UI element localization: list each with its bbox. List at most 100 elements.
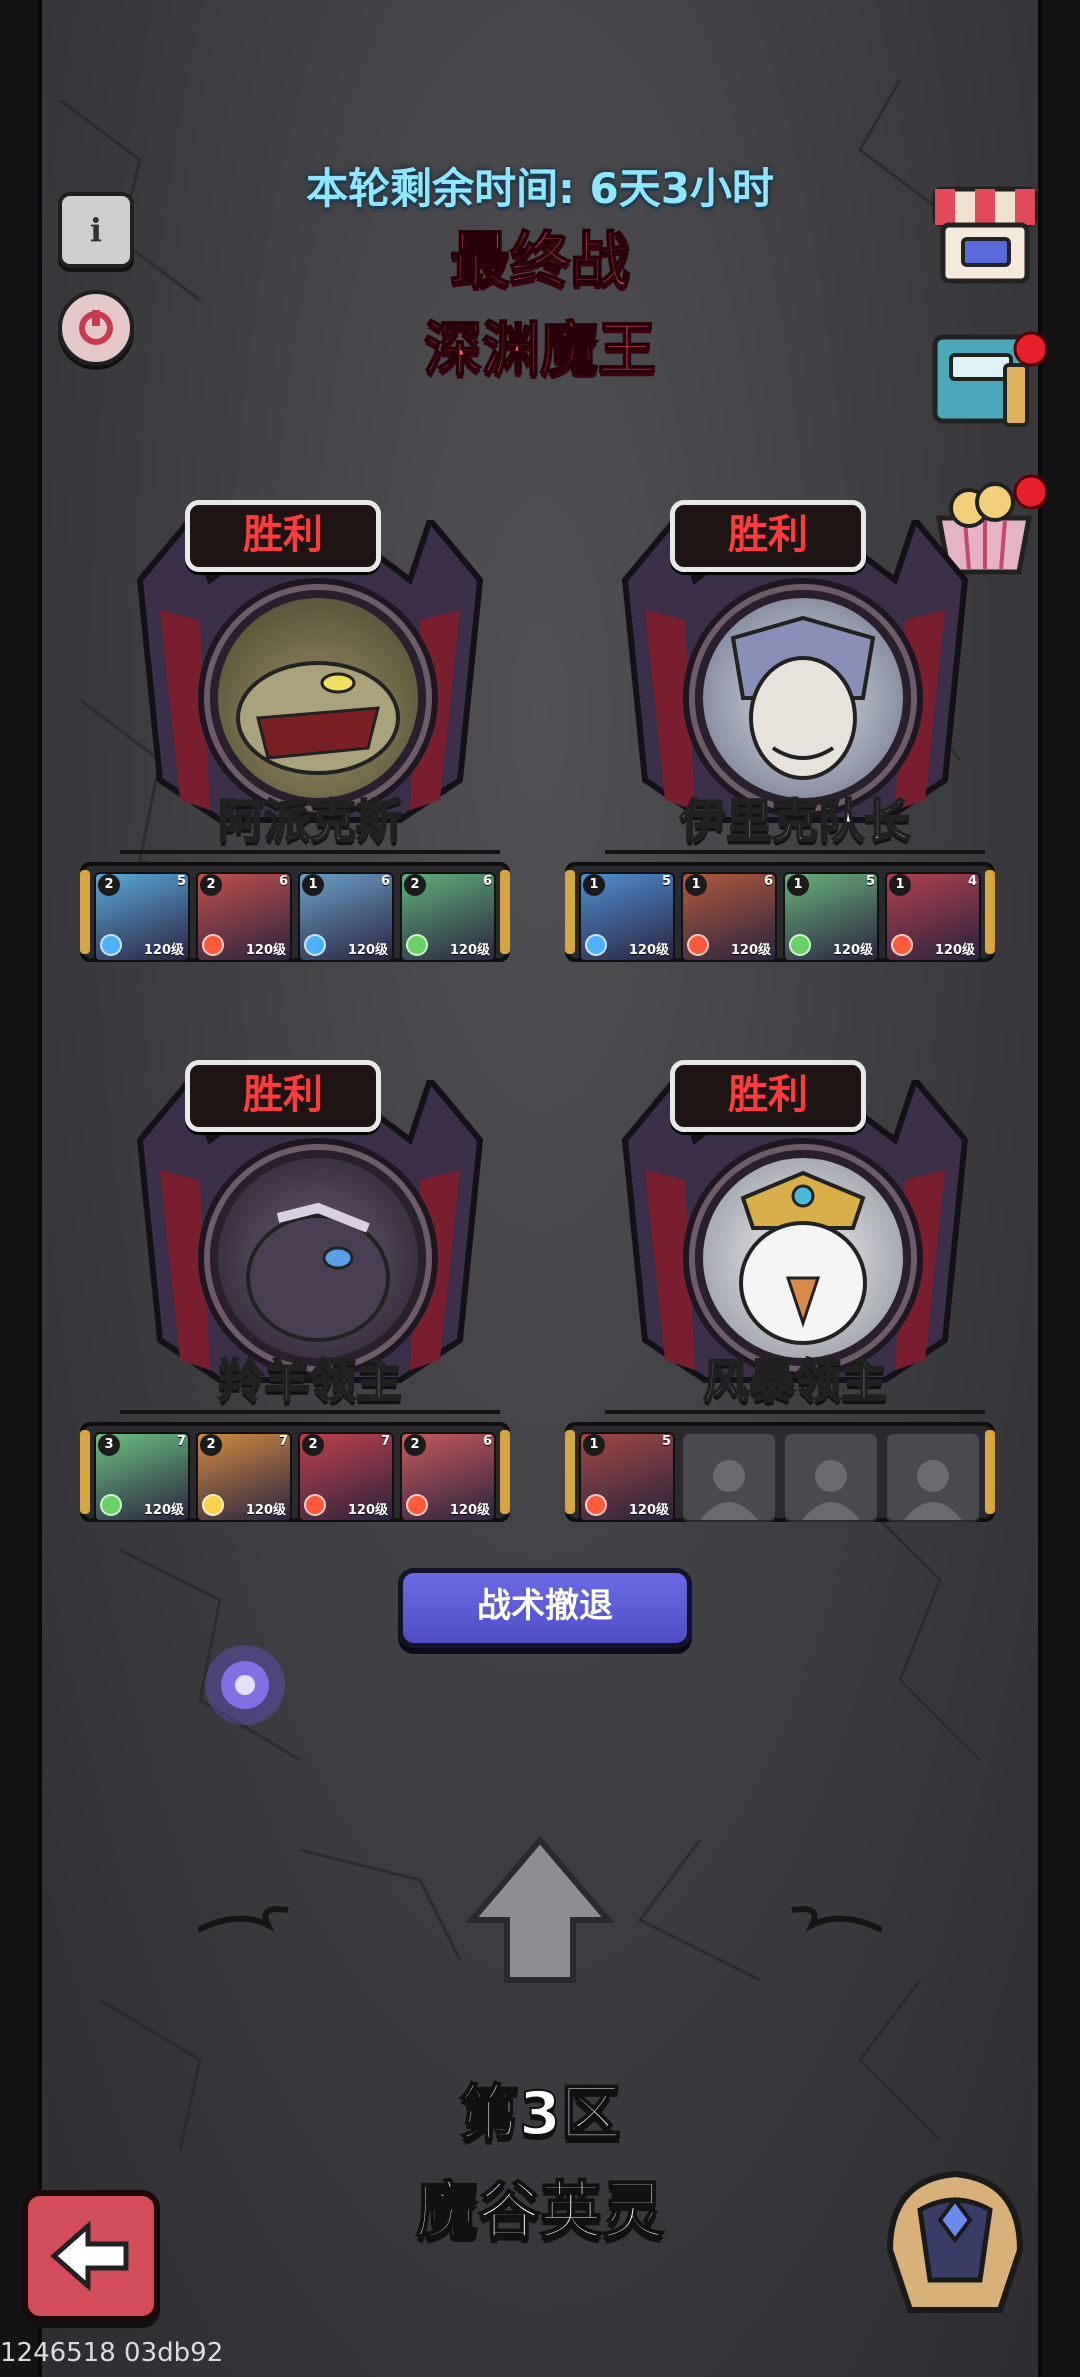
back-button[interactable] [22, 2190, 160, 2322]
hero-card[interactable]: 1 6 120级 [681, 872, 777, 962]
victory-badge: 胜利 [185, 500, 381, 572]
hero-card[interactable]: 2 6 120级 [400, 872, 496, 962]
swirl-right-icon [791, 1906, 882, 1933]
hero-rank: 6 [482, 1434, 492, 1449]
element-icon [304, 1494, 326, 1516]
arrow-up-icon [465, 1835, 615, 1983]
hero-rank: 7 [278, 1434, 288, 1449]
name-divider [605, 850, 985, 854]
tactical-retreat-button[interactable]: 战术撤退 [398, 1568, 692, 1648]
hero-star-count: 1 [302, 874, 324, 896]
hero-star-count: 1 [787, 874, 809, 896]
hero-team[interactable]: 2 5 120级 2 6 120级 1 6 120级 2 6 120级 [80, 862, 510, 962]
element-icon [202, 934, 224, 956]
hero-level: 120级 [143, 943, 184, 958]
hero-rank: 6 [482, 874, 492, 889]
helmet-icon [886, 2170, 1024, 2313]
advance-arrow[interactable] [198, 1830, 882, 1990]
name-divider [605, 1410, 985, 1414]
hero-star-count: 2 [404, 874, 426, 896]
silhouette-icon [904, 1460, 962, 1520]
empty-hero-slot[interactable] [681, 1432, 777, 1522]
boss-portrait-apex [210, 590, 426, 806]
element-icon [789, 934, 811, 956]
elf-face-icon [730, 615, 876, 780]
silhouette-icon [802, 1460, 860, 1520]
hero-level: 120级 [143, 1503, 184, 1518]
victory-badge: 胜利 [185, 1060, 381, 1132]
hero-star-count: 2 [404, 1434, 426, 1456]
hero-level: 120级 [347, 943, 388, 958]
beast-face-icon [246, 1202, 390, 1342]
hero-card[interactable]: 2 7 120级 [298, 1432, 394, 1522]
boss-title: 深渊魔王 [423, 314, 657, 384]
hero-level: 120级 [449, 943, 490, 958]
hero-team[interactable]: 3 7 120级 2 7 120级 2 7 120级 2 6 120级 [80, 1422, 510, 1522]
empty-hero-slot[interactable] [885, 1432, 981, 1522]
replay-icon [79, 310, 113, 345]
hero-rank: 4 [967, 874, 977, 889]
hero-level: 120级 [628, 1503, 669, 1518]
shop-icon [932, 186, 1038, 284]
boss-card-2[interactable]: 胜利 伊里克队长 1 5 120级 1 6 120级 1 5 120级 1 4 120级 [565, 500, 1025, 962]
hero-rank: 5 [661, 1434, 671, 1449]
element-icon [406, 1494, 428, 1516]
victory-badge: 胜利 [670, 500, 866, 572]
element-icon [406, 934, 428, 956]
boss-name: 阿派克斯 [217, 793, 403, 849]
zone-number: 第3区 [458, 2078, 622, 2150]
info-icon: i [90, 211, 102, 249]
hero-level: 120级 [245, 1503, 286, 1518]
hero-card[interactable]: 1 4 120级 [885, 872, 981, 962]
boss-name: 羚羊领主 [217, 1353, 403, 1409]
shop-button[interactable] [925, 183, 1045, 295]
element-icon [100, 1494, 122, 1516]
lizard-face-icon [236, 661, 400, 775]
boss-card-3[interactable]: 胜利 羚羊领主 3 7 120级 2 7 120级 2 7 120级 2 6 120级 [80, 1060, 540, 1522]
boss-card-4[interactable]: 胜利 风暴领主 1 5 120级 [565, 1060, 1025, 1522]
boss-portrait-captain [695, 590, 911, 806]
hero-star-count: 1 [889, 874, 911, 896]
svg-text:i: i [90, 211, 102, 249]
name-divider [120, 1410, 500, 1414]
hero-rank: 5 [661, 874, 671, 889]
empty-hero-slot[interactable] [783, 1432, 879, 1522]
info-button[interactable]: i [58, 192, 134, 268]
hero-team[interactable]: 1 5 120级 1 6 120级 1 5 120级 1 4 120级 [565, 862, 995, 962]
hero-rank: 6 [278, 874, 288, 889]
element-icon [585, 934, 607, 956]
victory-badge: 胜利 [670, 1060, 866, 1132]
hero-rank: 6 [763, 874, 773, 889]
replay-button[interactable] [58, 290, 134, 366]
hero-card[interactable]: 2 6 120级 [196, 872, 292, 962]
hero-card[interactable]: 2 6 120级 [400, 1432, 496, 1522]
hero-star-count: 2 [200, 874, 222, 896]
book-button[interactable] [925, 325, 1045, 437]
hero-level: 120级 [449, 1503, 490, 1518]
boss-card-1[interactable]: 胜利 阿派克斯 2 5 120级 2 6 120级 1 6 120级 2 6 120级 [80, 500, 540, 962]
boss-portrait-antelope [210, 1150, 426, 1366]
hero-card[interactable]: 2 5 120级 [94, 872, 190, 962]
hero-team[interactable]: 1 5 120级 [565, 1422, 995, 1522]
hero-level: 120级 [347, 1503, 388, 1518]
hero-star-count: 2 [98, 874, 120, 896]
hero-card[interactable]: 1 5 120级 [579, 872, 675, 962]
hero-card[interactable]: 1 5 120级 [783, 872, 879, 962]
hero-card[interactable]: 1 6 120级 [298, 872, 394, 962]
helmet-button[interactable] [870, 2160, 1040, 2320]
book-icon [932, 331, 1045, 427]
element-icon [687, 934, 709, 956]
hero-card[interactable]: 2 7 120级 [196, 1432, 292, 1522]
hero-rank: 5 [865, 874, 875, 889]
hero-level: 120级 [934, 943, 975, 958]
stage-title: 最终战 [449, 225, 631, 297]
hero-card[interactable]: 1 5 120级 [579, 1432, 675, 1522]
hero-level: 120级 [245, 943, 286, 958]
hero-card[interactable]: 3 7 120级 [94, 1432, 190, 1522]
element-icon [891, 934, 913, 956]
build-id: 1246518 03db92 [0, 2338, 224, 2368]
hero-star-count: 2 [302, 1434, 324, 1456]
hero-star-count: 3 [98, 1434, 120, 1456]
hero-star-count: 1 [583, 1434, 605, 1456]
round-timer: 本轮剩余时间: 6天3小时 [306, 164, 774, 213]
